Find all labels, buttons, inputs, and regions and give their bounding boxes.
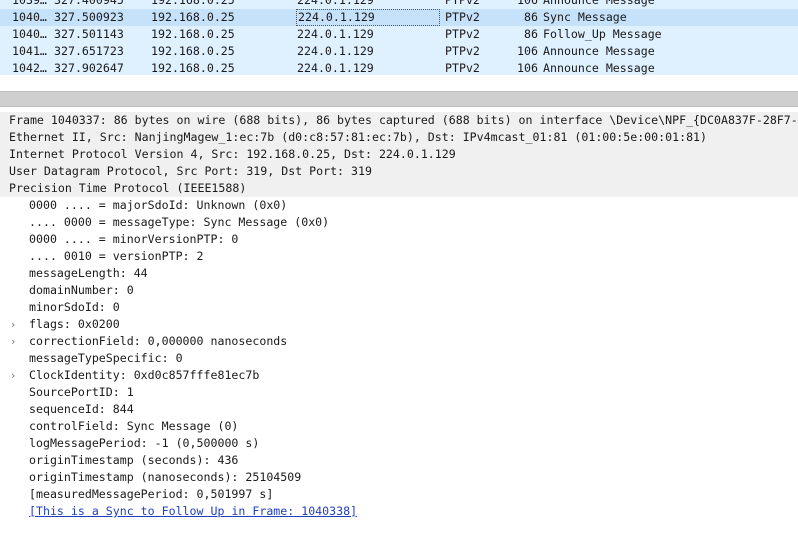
detail-tree-label: Internet Protocol Version 4, Src: 192.16… [9,147,456,161]
packet-destination: 224.0.1.129 [297,27,374,41]
packet-row-selected[interactable]: 1040… 327.500923 192.168.0.25 224.0.1.129 PT… [0,9,798,26]
detail-tree-label: Ethernet II, Src: NanjingMagew_1:ec:7b (… [9,130,708,144]
packet-source: 192.168.0.25 [151,61,235,75]
ptp-field-label: .... 0010 = versionPTP: 2 [29,249,204,263]
ptp-field-label: [measuredMessagePeriod: 0,501997 s] [29,487,274,501]
packet-info: Announce Message [543,0,655,7]
packet-destination: 224.0.1.129 [297,44,374,58]
ptp-field-item[interactable]: originTimestamp (seconds): 436 [0,452,798,469]
packet-source: 192.168.0.25 [151,27,235,41]
packet-details-tree[interactable]: Frame 1040337: 86 bytes on wire (688 bit… [0,112,798,534]
packet-protocol: PTPv2 [445,27,480,41]
ptp-field-item[interactable]: originTimestamp (nanoseconds): 25104509 [0,469,798,486]
packet-info: Announce Message [543,44,655,58]
packet-row[interactable]: 1039… 327.400945 192.168.0.25 224.0.1.129 PT… [0,0,798,9]
ptp-field-item[interactable]: messageTypeSpecific: 0 [0,350,798,367]
packet-number: 1040… [12,27,47,41]
ptp-field-item[interactable]: › flags: 0x0200 [0,316,798,333]
packet-destination: 224.0.1.129 [297,0,374,7]
packet-row[interactable]: 1041… 327.651723 192.168.0.25 224.0.1.129 PT… [0,43,798,60]
packet-length: 86 [524,27,538,41]
packet-info: Follow_Up Message [543,27,662,41]
ptp-field-item[interactable]: minorSdoId: 0 [0,299,798,316]
ptp-field-item[interactable]: sequenceId: 844 [0,401,798,418]
detail-tree-item[interactable]: Frame 1040337: 86 bytes on wire (688 bit… [0,112,798,129]
detail-tree-item[interactable]: Precision Time Protocol (IEEE1588) [0,180,798,197]
ptp-field-label: controlField: Sync Message (0) [29,419,239,433]
pane-splitter[interactable] [0,91,798,107]
ptp-field-label: messageLength: 44 [29,266,148,280]
packet-number: 1039… [12,0,47,7]
ptp-field-item[interactable]: logMessagePeriod: -1 (0,500000 s) [0,435,798,452]
ptp-field-label: messageTypeSpecific: 0 [29,351,183,365]
expand-arrow-icon[interactable]: › [11,333,15,350]
ptp-field-label: logMessagePeriod: -1 (0,500000 s) [29,436,260,450]
packet-time: 327.400945 [54,0,124,7]
ptp-field-label: flags: 0x0200 [29,317,120,331]
packet-number: 1040… [12,10,47,24]
packet-destination: 224.0.1.129 [296,9,440,26]
packet-time: 327.500923 [54,10,124,24]
packet-row[interactable]: 1042… 327.902647 192.168.0.25 224.0.1.129 PT… [0,60,798,75]
packet-time: 327.501143 [54,27,124,41]
packet-length: 106 [517,61,538,75]
ptp-field-item[interactable]: 0000 .... = majorSdoId: Unknown (0x0) [0,197,798,214]
ptp-field-item[interactable]: messageLength: 44 [0,265,798,282]
packet-row[interactable]: 1040… 327.501143 192.168.0.25 224.0.1.129 PT… [0,26,798,43]
packet-time: 327.902647 [54,61,124,75]
expand-arrow-icon[interactable]: › [11,316,15,333]
ptp-field-item[interactable]: › correctionField: 0,000000 nanoseconds [0,333,798,350]
detail-tree-label: User Datagram Protocol, Src Port: 319, D… [9,164,372,178]
packet-number: 1042… [12,61,47,75]
ptp-field-item[interactable]: [measuredMessagePeriod: 0,501997 s] [0,486,798,503]
ptp-field-label: originTimestamp (seconds): 436 [29,453,239,467]
ptp-field-label: correctionField: 0,000000 nanoseconds [29,334,288,348]
ptp-field-label: minorSdoId: 0 [29,300,120,314]
ptp-field-item[interactable]: .... 0000 = messageType: Sync Message (0… [0,214,798,231]
ptp-field-label: SourcePortID: 1 [29,385,134,399]
ptp-field-label: 0000 .... = minorVersionPTP: 0 [29,232,239,246]
packet-length: 106 [517,44,538,58]
packet-info: Announce Message [543,61,655,75]
packet-protocol: PTPv2 [445,10,480,24]
packet-list[interactable]: 1039… 327.400945 192.168.0.25 224.0.1.129 PT… [0,0,798,75]
ptp-field-label: .... 0000 = messageType: Sync Message (0… [29,215,330,229]
ptp-field-item[interactable]: [This is a Sync to Follow Up in Frame: 1… [0,503,798,520]
packet-length: 86 [524,10,538,24]
ptp-field-label: 0000 .... = majorSdoId: Unknown (0x0) [29,198,288,212]
follow-up-frame-link[interactable]: [This is a Sync to Follow Up in Frame: 1… [29,503,357,520]
ptp-field-item[interactable]: domainNumber: 0 [0,282,798,299]
ptp-field-item[interactable]: .... 0010 = versionPTP: 2 [0,248,798,265]
ptp-field-label: originTimestamp (nanoseconds): 25104509 [29,470,302,484]
packet-protocol: PTPv2 [445,0,480,7]
packet-source: 192.168.0.25 [151,10,235,24]
packet-info: Sync Message [543,10,627,24]
ptp-field-label: sequenceId: 844 [29,402,134,416]
ptp-field-item[interactable]: › ClockIdentity: 0xd0c857fffe81ec7b [0,367,798,384]
packet-destination: 224.0.1.129 [297,61,374,75]
detail-tree-item[interactable]: User Datagram Protocol, Src Port: 319, D… [0,163,798,180]
ptp-field-label: ClockIdentity: 0xd0c857fffe81ec7b [29,368,260,382]
packet-time: 327.651723 [54,44,124,58]
ptp-field-item[interactable]: controlField: Sync Message (0) [0,418,798,435]
detail-tree-label: Precision Time Protocol (IEEE1588) [9,181,247,195]
detail-tree-label: Frame 1040337: 86 bytes on wire (688 bit… [9,113,798,127]
packet-protocol: PTPv2 [445,61,480,75]
ptp-field-item[interactable]: 0000 .... = minorVersionPTP: 0 [0,231,798,248]
ptp-field-item[interactable]: SourcePortID: 1 [0,384,798,401]
packet-length: 106 [517,0,538,7]
packet-source: 192.168.0.25 [151,44,235,58]
expand-arrow-icon[interactable]: › [11,367,15,384]
detail-tree-item[interactable]: Internet Protocol Version 4, Src: 192.16… [0,146,798,163]
packet-source: 192.168.0.25 [151,0,235,7]
detail-tree-item[interactable]: Ethernet II, Src: NanjingMagew_1:ec:7b (… [0,129,798,146]
packet-protocol: PTPv2 [445,44,480,58]
ptp-field-label: domainNumber: 0 [29,283,134,297]
packet-number: 1041… [12,44,47,58]
